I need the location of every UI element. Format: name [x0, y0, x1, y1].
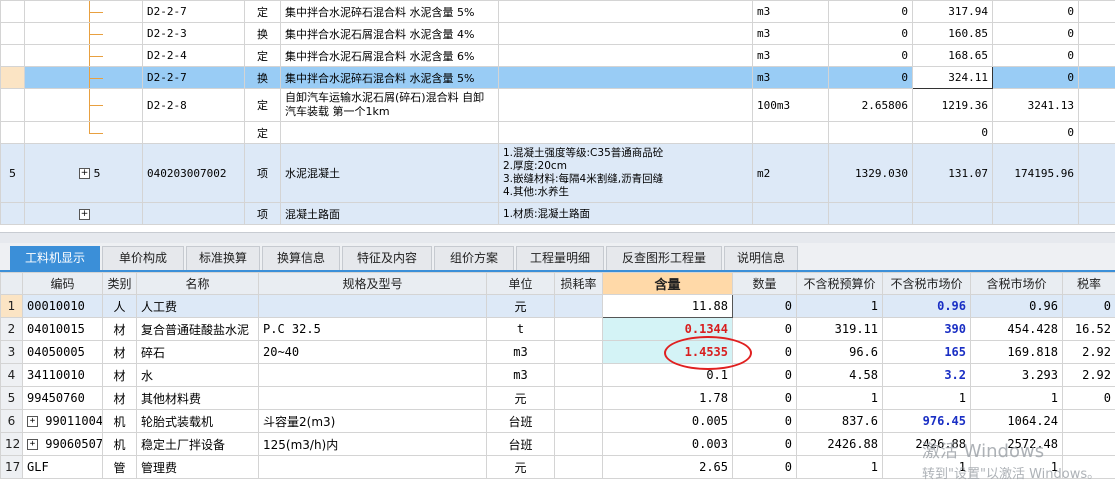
expand-icon[interactable]: + [79, 208, 90, 220]
table-row[interactable]: D2-2-8 定 自卸汽车运输水泥石屑(碎石)混合料 自卸汽车装载 第一个1km… [0, 88, 1115, 122]
content-input[interactable]: 11.88 [602, 294, 733, 318]
col-code[interactable]: 编码 [22, 272, 103, 295]
col-budget-price[interactable]: 不含税预算价 [796, 272, 883, 295]
table-row[interactable]: + 项 混凝土路面 1.材质:混凝土路面 [0, 202, 1115, 225]
tab-unit-price[interactable]: 单价构成 [102, 246, 184, 270]
active-cell[interactable]: 324.11 [912, 66, 993, 89]
item-grid: D2-2-7 定 集中拌合水泥碎石混合料 水泥含量 5% m3 0 317.94… [0, 0, 1115, 232]
col-content[interactable]: 含量 [602, 272, 733, 295]
table-row[interactable]: D2-2-4 定 集中拌合水泥石屑混合料 水泥含量 6% m3 0 168.65… [0, 44, 1115, 67]
tree-connector [24, 66, 143, 89]
tree-connector [24, 22, 143, 45]
expand-icon[interactable]: + [79, 168, 90, 179]
expand-icon[interactable]: + [27, 416, 38, 427]
table-row[interactable]: 5 + 5 040203007002 项 水泥混凝土 1.混凝土强度等级:C35… [0, 143, 1115, 203]
table-row[interactable]: D2-2-3 换 集中拌合水泥石屑混合料 水泥含量 4% m3 0 160.85… [0, 22, 1115, 45]
annotation-circle [664, 336, 752, 370]
activation-watermark: 激活 Windows [922, 441, 1045, 462]
tree-connector [24, 0, 143, 23]
table-row[interactable]: 3 04050005 材 碎石 20~40 m3 1.4535 0 96.6 1… [0, 340, 1115, 364]
col-name[interactable]: 名称 [136, 272, 259, 295]
table-row[interactable]: 定 0 0 [0, 121, 1115, 144]
table-row[interactable]: 2 04010015 材 复合普通硅酸盐水泥 P.C 32.5 t 0.1344… [0, 317, 1115, 341]
header-row: 编码 类别 名称 规格及型号 单位 损耗率 含量 数量 不含税预算价 不含税市场… [0, 272, 1115, 295]
col-category[interactable]: 类别 [102, 272, 137, 295]
tab-description[interactable]: 说明信息 [724, 246, 798, 270]
tree-connector [24, 121, 143, 144]
table-row[interactable]: 5 99450760 材 其他材料费 元 1.78 0 1 1 1 0 [0, 386, 1115, 410]
col-spec[interactable]: 规格及型号 [258, 272, 487, 295]
tab-reverse-graphic[interactable]: 反查图形工程量 [606, 246, 722, 270]
tab-quantity-detail[interactable]: 工程量明细 [516, 246, 604, 270]
tab-labor-material-machine[interactable]: 工料机显示 [10, 246, 100, 270]
table-row-selected[interactable]: D2-2-7 换 集中拌合水泥碎石混合料 水泥含量 5% m3 0 324.11… [0, 66, 1115, 89]
detail-tabs: 工料机显示 单价构成 标准换算 换算信息 特征及内容 组价方案 工程量明细 反查… [0, 243, 1115, 272]
expand-icon[interactable]: + [27, 439, 38, 450]
table-row[interactable]: D2-2-7 定 集中拌合水泥碎石混合料 水泥含量 5% m3 0 317.94… [0, 0, 1115, 23]
col-tax-market-price[interactable]: 含税市场价 [970, 272, 1063, 295]
col-market-price[interactable]: 不含税市场价 [882, 272, 971, 295]
tab-standard-conversion[interactable]: 标准换算 [186, 246, 260, 270]
tab-pricing-scheme[interactable]: 组价方案 [434, 246, 514, 270]
tree-connector [24, 88, 143, 122]
activation-watermark-hint: 转到"设置"以激活 Windows。 [922, 467, 1101, 482]
table-row-selected[interactable]: 1 00010010 人 人工费 元 11.88 0 1 0.96 0.96 0 [0, 294, 1115, 318]
features-cell[interactable]: 1.混凝土强度等级:C35普通商品砼 2.厚度:20cm 3.嵌缝材料:每隔4米… [498, 143, 753, 203]
col-quantity[interactable]: 数量 [732, 272, 797, 295]
col-tax-rate[interactable]: 税率 [1062, 272, 1115, 295]
col-unit[interactable]: 单位 [486, 272, 555, 295]
tree-connector [24, 44, 143, 67]
table-row[interactable]: 6 + 990110040 机 轮胎式装载机 斗容量2(m3) 台班 0.005… [0, 409, 1115, 433]
tab-conversion-info[interactable]: 换算信息 [262, 246, 340, 270]
table-row[interactable]: 4 34110010 材 水 m3 0.1 0 4.58 3.2 3.293 2… [0, 363, 1115, 387]
tab-features[interactable]: 特征及内容 [342, 246, 432, 270]
col-loss-rate[interactable]: 损耗率 [554, 272, 603, 295]
